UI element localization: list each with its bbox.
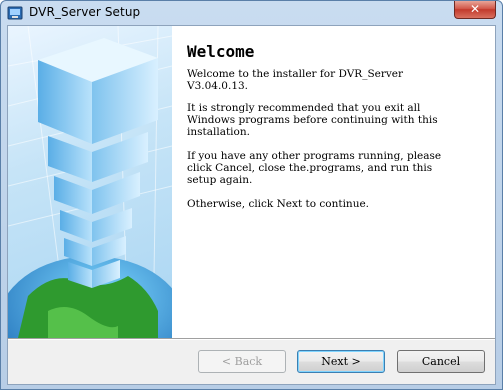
wizard-body: Welcome Welcome to the installer for DVR… — [7, 25, 496, 385]
cancel-button[interactable]: Cancel — [397, 350, 485, 373]
welcome-paragraph: Welcome to the installer for DVR_Server … — [187, 68, 404, 92]
window-title: DVR_Server Setup — [29, 5, 141, 19]
page-title: Welcome — [187, 42, 255, 61]
cancel-instructions-paragraph: If you have any other programs running, … — [187, 150, 442, 186]
close-icon: ✕ — [469, 2, 481, 16]
installer-app-icon — [7, 6, 23, 20]
next-button[interactable]: Next > — [297, 350, 385, 373]
recommendation-paragraph: It is strongly recommended that you exit… — [187, 102, 438, 138]
setup-window: DVR_Server Setup ✕ Welcome Welcome to th… — [0, 0, 503, 390]
button-separator — [8, 338, 495, 340]
title-bar[interactable]: DVR_Server Setup ✕ — [1, 1, 502, 25]
tower-globe-illustration — [8, 26, 172, 338]
back-button[interactable]: < Back — [198, 350, 286, 373]
side-banner — [8, 26, 172, 338]
continue-paragraph: Otherwise, click Next to continue. — [187, 198, 370, 210]
close-button[interactable]: ✕ — [454, 1, 496, 19]
welcome-content: Welcome Welcome to the installer for DVR… — [172, 26, 495, 338]
